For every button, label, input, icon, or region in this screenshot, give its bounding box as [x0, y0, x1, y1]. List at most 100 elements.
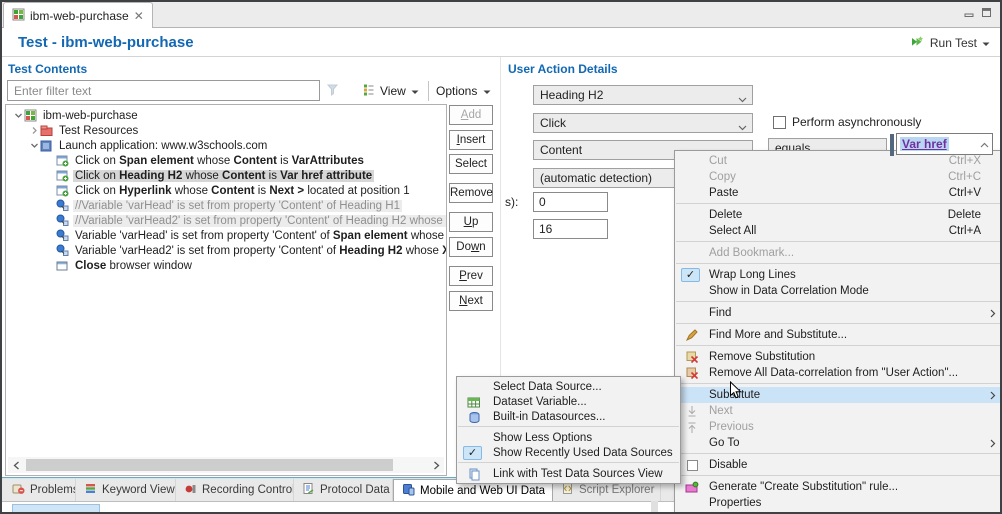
options-menu-button[interactable]: Options [436, 82, 491, 100]
numeric-field-2[interactable] [533, 219, 608, 239]
menu-item-copy: CopyCtrl+C [675, 169, 1002, 185]
tree-item-label: Click on Heading H2 whose Content is Var… [73, 170, 374, 182]
menu-item-wrap-long-lines[interactable]: ✓Wrap Long Lines [675, 267, 1002, 283]
submenu-arrow-icon [990, 309, 996, 321]
numeric-field-1[interactable] [533, 192, 608, 212]
menu-item-label: Find More and Substitute... [709, 329, 847, 341]
tree-item-close-browser-window[interactable]: Close browser window [6, 258, 446, 273]
filter-disabled-icon[interactable] [326, 83, 340, 100]
menu-item-show-in-data-correlation-mode[interactable]: Show in Data Correlation Mode [675, 283, 1002, 299]
spinner-up-icon[interactable] [980, 137, 989, 151]
menu-item-generate-create-substitution-rule[interactable]: Generate "Create Substitution" rule... [675, 479, 1002, 495]
menu-item-remove-all-data-correlation-from-user-action[interactable]: Remove All Data-correlation from "User A… [675, 365, 1002, 381]
tree-expander-icon[interactable] [12, 111, 24, 120]
scrollbar-thumb[interactable] [26, 459, 393, 471]
menu-item-paste[interactable]: PasteCtrl+V [675, 185, 1002, 201]
tree-item-click-on-hyperlink-whose-content-is-next[interactable]: Click on Hyperlink whose Content is Next… [6, 183, 446, 198]
menu-separator [676, 241, 1002, 242]
menu-item-label: Select Data Source... [493, 381, 602, 393]
view-tab-recording-control[interactable]: Recording Control [176, 479, 294, 501]
menu-item-built-in-datasources[interactable]: Built-in Datasources... [457, 409, 680, 424]
menu-separator [676, 475, 1002, 476]
tree-expander-icon[interactable] [28, 126, 40, 135]
maximize-icon[interactable] [981, 7, 992, 18]
menu-item-label: Disable [709, 459, 747, 471]
menu-item-show-recently-used-data-sources[interactable]: ✓Show Recently Used Data Sources [457, 445, 680, 460]
perform-asynchronously-checkbox[interactable] [773, 116, 786, 129]
toolbar-separator [428, 81, 429, 101]
run-test-button[interactable]: Run Test [910, 35, 990, 51]
menu-item-label: Find [709, 307, 731, 319]
view-tab-label: Protocol Data [320, 484, 390, 496]
menu-item-find[interactable]: Find [675, 305, 1002, 321]
menu-item-label: Next [709, 405, 733, 417]
tree-item-test-resources[interactable]: Test Resources [6, 123, 446, 138]
tree-item-click-on-heading-h2-whose-content-is-var[interactable]: Click on Heading H2 whose Content is Var… [6, 168, 446, 183]
perform-asynchronously-label: Perform asynchronously [792, 115, 921, 129]
element-dropdown[interactable]: Heading H2 [533, 85, 753, 105]
tree-item-launch-application-www-w3schools-com[interactable]: Launch application: www.w3schools.com [6, 138, 446, 153]
select-button[interactable]: Select [449, 154, 493, 174]
close-icon[interactable]: ✕ [134, 11, 144, 21]
tree-item-label: Click on Span element whose Content is V… [73, 155, 366, 167]
view-menu-button[interactable]: View [362, 82, 419, 100]
view-tab-problems[interactable]: Problems [4, 479, 76, 501]
tree-item-label: //Variable 'varHead2' is set from proper… [73, 215, 446, 227]
tree-item-variable-varhead2-is-set-from-property-c[interactable]: //Variable 'varHead2' is set from proper… [6, 213, 446, 228]
menu-item-select-all[interactable]: Select AllCtrl+A [675, 223, 1002, 239]
view-label: View [380, 84, 406, 98]
menu-item-remove-substitution[interactable]: Remove Substitution [675, 349, 1002, 365]
tree-item-variable-varhead-is-set-from-property-co[interactable]: Variable 'varHead' is set from property … [6, 228, 446, 243]
filter-input[interactable] [7, 80, 320, 101]
menu-item-show-less-options[interactable]: Show Less Options [457, 430, 680, 445]
scroll-right-icon[interactable] [428, 461, 444, 470]
prev-arrow-icon [682, 420, 702, 434]
next-button[interactable]: Next [449, 291, 493, 311]
menu-separator [676, 453, 1002, 454]
builtin-datasources-icon [464, 410, 484, 424]
menu-item-disable[interactable]: Disable [675, 457, 1002, 473]
tree-item-ibm-web-purchase[interactable]: ibm-web-purchase [6, 108, 446, 123]
view-tab-protocol-data[interactable]: Protocol Data [294, 479, 393, 501]
tree-item-variable-varhead-is-set-from-property-co[interactable]: //Variable 'varHead' is set from propert… [6, 198, 446, 213]
down-button[interactable]: Down [449, 237, 493, 257]
minimize-icon[interactable] [964, 7, 975, 18]
click-step-icon [56, 184, 70, 197]
menu-shortcut: Delete [948, 209, 981, 221]
wand-icon [682, 328, 702, 342]
editor-tab-ibm-web-purchase[interactable]: ibm-web-purchase ✕ [3, 2, 153, 28]
up-button[interactable]: Up [449, 212, 493, 232]
insert-button[interactable]: Insert [449, 130, 493, 150]
remove-button[interactable]: Remove [449, 183, 493, 203]
action-dropdown[interactable]: Click [533, 113, 753, 133]
menu-item-substitute[interactable]: Substitute [675, 387, 1002, 403]
horizontal-scrollbar[interactable] [8, 457, 444, 473]
chevron-down-icon [738, 92, 747, 106]
menu-item-link-with-test-data-sources-view[interactable]: Link with Test Data Sources View [457, 466, 680, 481]
value-field-splitter[interactable] [890, 134, 894, 156]
menu-item-delete[interactable]: DeleteDelete [675, 207, 1002, 223]
tree-item-click-on-span-element-whose-content-is-v[interactable]: Click on Span element whose Content is V… [6, 153, 446, 168]
tree-item-variable-varhead2-is-set-from-property-c[interactable]: Variable 'varHead2' is set from property… [6, 243, 446, 258]
menu-shortcut: Ctrl+V [949, 187, 981, 199]
menu-item-go-to[interactable]: Go To [675, 435, 1002, 451]
prev-button[interactable]: Prev [449, 266, 493, 286]
test-icon [24, 109, 38, 122]
chevron-down-icon [483, 84, 491, 98]
variable-icon [56, 214, 70, 227]
tree-item-label: //Variable 'varHead' is set from propert… [73, 200, 402, 212]
app-window: ibm-web-purchase ✕ Test - ibm-web-purcha… [0, 0, 1002, 514]
menu-item-label: Show Recently Used Data Sources [493, 447, 673, 459]
menu-item-properties[interactable]: Properties [675, 495, 1002, 511]
add-button[interactable]: Add [449, 105, 493, 125]
view-tab-keyword-view[interactable]: Keyword View [76, 479, 176, 501]
menu-item-label: Copy [709, 171, 736, 183]
tree-expander-icon[interactable] [28, 141, 40, 150]
substitution-value-field[interactable]: Var href [896, 133, 993, 155]
menu-item-dataset-variable[interactable]: Dataset Variable... [457, 394, 680, 409]
menu-item-select-data-source[interactable]: Select Data Source... [457, 379, 680, 394]
click-step-icon [56, 154, 70, 167]
scroll-left-icon[interactable] [8, 461, 24, 470]
view-tab-label: Recording Control [202, 484, 294, 496]
menu-item-find-more-and-substitute[interactable]: Find More and Substitute... [675, 327, 1002, 343]
